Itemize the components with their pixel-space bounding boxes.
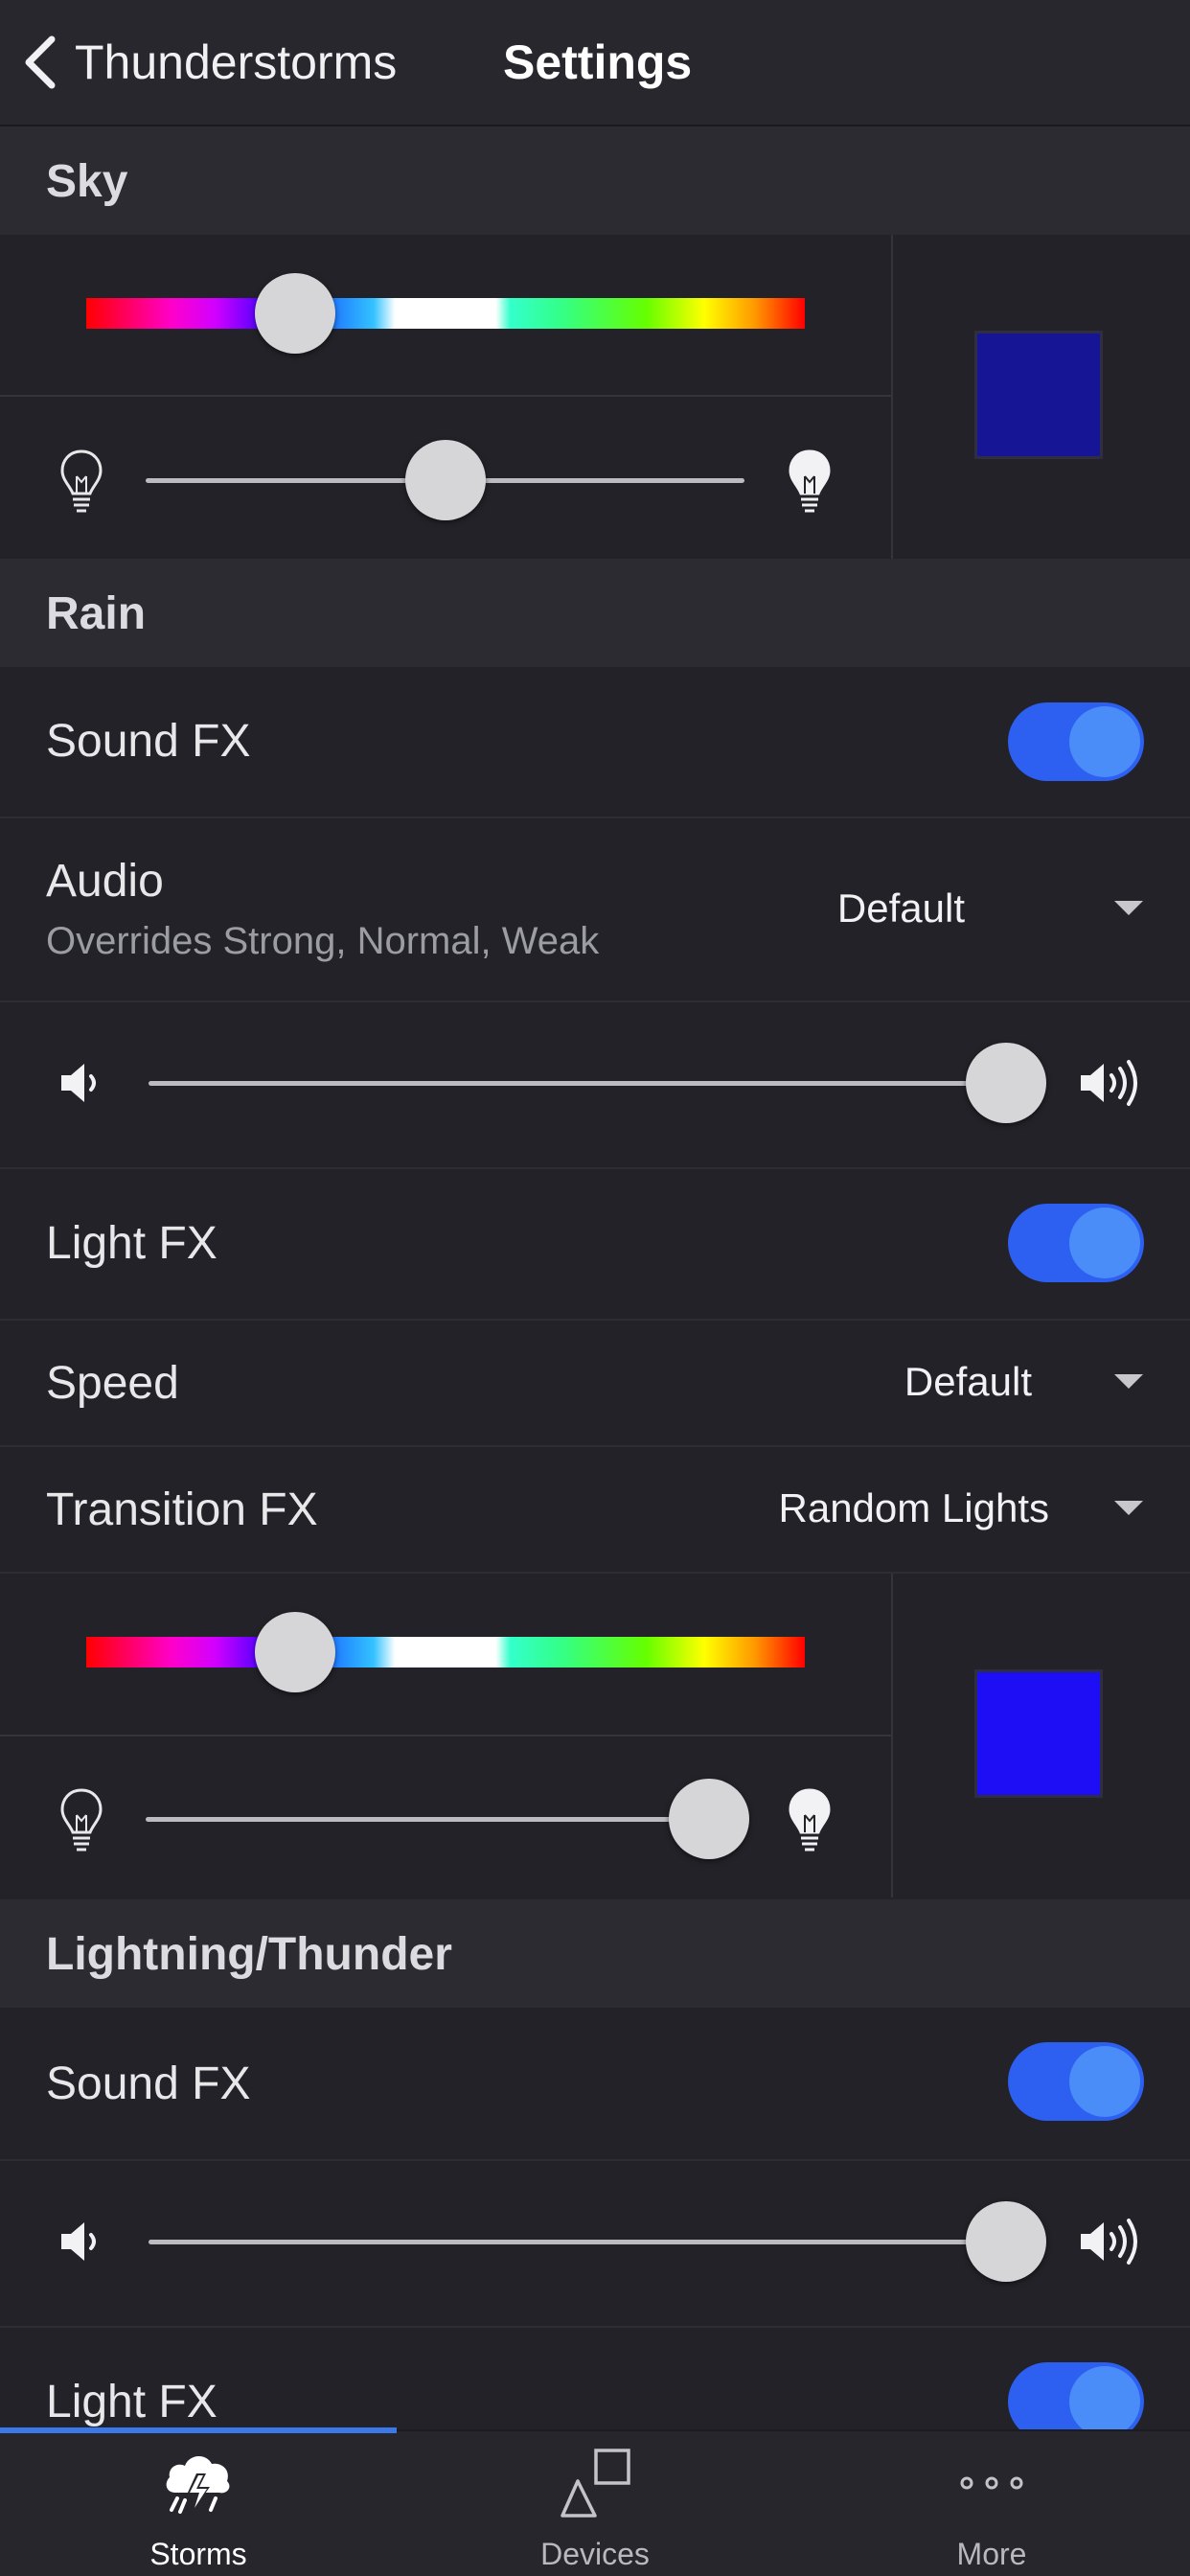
tab-label: Devices	[540, 2537, 650, 2571]
rain-light-fx-row: Light FX	[0, 1167, 1190, 1321]
row-label: Light FX	[46, 2377, 217, 2427]
row-label: Sound FX	[46, 2058, 251, 2109]
volume-low-icon	[61, 2222, 96, 2261]
rain-speed-dropdown-value[interactable]: Default	[904, 1359, 1032, 1405]
rain-volume-thumb[interactable]	[966, 1043, 1046, 1123]
back-label: Thunderstorms	[75, 35, 398, 89]
section-title: Lightning/Thunder	[46, 1929, 452, 1980]
nav-header: Thunderstorms Settings	[0, 0, 1190, 126]
volume-low-icon	[61, 1064, 96, 1102]
sky-brightness-thumb[interactable]	[404, 440, 486, 520]
section-header-rain: Rain	[0, 559, 1190, 667]
chevron-down-icon[interactable]	[1114, 1374, 1143, 1389]
back-button[interactable]: Thunderstorms	[19, 29, 397, 96]
bulb-dim-icon	[60, 1788, 103, 1852]
tab-label: More	[956, 2537, 1027, 2571]
rain-sound-fx-toggle[interactable]	[1008, 702, 1144, 781]
toggle-knob	[1069, 1208, 1140, 1278]
row-label: Audio	[46, 856, 164, 907]
rain-transition-fx-row[interactable]: Transition FX Random Lights	[0, 1445, 1190, 1574]
row-label: Speed	[46, 1358, 179, 1409]
sky-color-swatch[interactable]	[974, 331, 1103, 459]
lightning-sound-fx-row: Sound FX	[0, 2008, 1190, 2161]
rain-hue-slider[interactable]	[86, 1637, 805, 1668]
volume-high-icon	[1081, 2219, 1137, 2265]
rain-brightness-slider[interactable]	[146, 1817, 744, 1822]
divider	[0, 395, 891, 397]
more-icon	[960, 2476, 1023, 2490]
section-header-lightning: Lightning/Thunder	[0, 1899, 1190, 2008]
lightning-volume-thumb[interactable]	[966, 2201, 1046, 2282]
storm-icon	[166, 2455, 230, 2514]
divider	[0, 1735, 891, 1736]
section-title: Sky	[46, 156, 128, 207]
tab-storms[interactable]: Storms	[0, 2431, 397, 2576]
rain-audio-row[interactable]: Audio Overrides Strong, Normal, Weak Def…	[0, 816, 1190, 1002]
chevron-down-icon[interactable]	[1114, 901, 1143, 915]
active-tab-indicator	[0, 2427, 397, 2433]
section-header-sky: Sky	[0, 126, 1190, 235]
rain-volume-row	[0, 1000, 1190, 1169]
row-label: Transition FX	[46, 1484, 318, 1535]
devices-icon	[561, 2449, 630, 2518]
rain-audio-dropdown-value[interactable]: Default	[837, 886, 965, 932]
rain-sound-fx-row: Sound FX	[0, 667, 1190, 818]
lightning-volume-slider[interactable]	[149, 2240, 1006, 2244]
tab-devices[interactable]: Devices	[397, 2431, 793, 2576]
tab-label: Storms	[149, 2537, 247, 2571]
row-label: Light FX	[46, 1218, 217, 1269]
toggle-knob	[1069, 2366, 1140, 2437]
sky-hue-slider[interactable]	[86, 298, 805, 329]
row-label: Sound FX	[46, 716, 251, 767]
chevron-left-icon	[25, 35, 56, 89]
tab-more[interactable]: More	[793, 2431, 1190, 2576]
rain-speed-row[interactable]: Speed Default	[0, 1319, 1190, 1447]
tab-bar: Storms Devices More	[0, 2429, 1190, 2576]
toggle-knob	[1069, 706, 1140, 777]
rain-light-fx-toggle[interactable]	[1008, 1204, 1144, 1282]
divider	[891, 235, 893, 559]
bulb-bright-icon	[789, 449, 831, 513]
lightning-sound-fx-toggle[interactable]	[1008, 2042, 1144, 2121]
section-title: Rain	[46, 588, 147, 639]
chevron-down-icon[interactable]	[1114, 1501, 1143, 1515]
page-title: Settings	[503, 35, 693, 89]
rain-transition-dropdown-value[interactable]: Random Lights	[779, 1485, 1050, 1531]
sky-hue-thumb[interactable]	[254, 273, 335, 354]
divider	[891, 1574, 893, 1898]
rain-volume-slider[interactable]	[149, 1081, 1006, 1086]
sky-color-panel	[0, 235, 1190, 559]
toggle-knob	[1069, 2046, 1140, 2117]
rain-color-panel	[0, 1574, 1190, 1898]
lightning-volume-row	[0, 2159, 1190, 2328]
rain-hue-thumb[interactable]	[254, 1612, 335, 1692]
row-sublabel: Overrides Strong, Normal, Weak	[46, 920, 600, 962]
volume-high-icon	[1081, 1060, 1137, 1106]
bulb-bright-icon	[789, 1788, 831, 1852]
rain-color-swatch[interactable]	[974, 1669, 1103, 1798]
bulb-dim-icon	[60, 449, 103, 513]
settings-screen: Thunderstorms Settings Sky Rain Sound FX…	[0, 0, 1190, 2576]
rain-brightness-thumb[interactable]	[668, 1779, 749, 1859]
